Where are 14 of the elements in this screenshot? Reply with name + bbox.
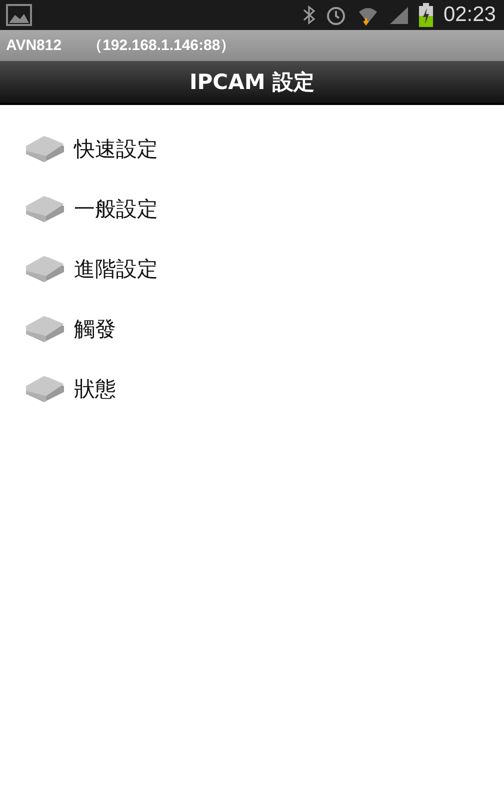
- device-address: （192.168.1.146:88）: [88, 36, 236, 55]
- menu-item[interactable]: 一般設定: [74, 195, 158, 223]
- device-name: AVN812: [6, 37, 62, 54]
- picture-icon: [6, 4, 32, 26]
- alarm-clock-icon: [325, 4, 348, 26]
- screen-title: IPCAM 設定: [189, 69, 315, 96]
- battery-icon: [419, 3, 434, 27]
- clock-time: 02:23: [443, 3, 496, 27]
- signal-icon: [389, 5, 410, 25]
- bluetooth-icon: [303, 5, 316, 25]
- menu-item[interactable]: 觸發: [74, 315, 116, 343]
- menu-item[interactable]: 進階設定: [74, 255, 158, 283]
- menu-item[interactable]: 狀態: [74, 375, 116, 403]
- menu-item[interactable]: 快速設定: [74, 135, 158, 163]
